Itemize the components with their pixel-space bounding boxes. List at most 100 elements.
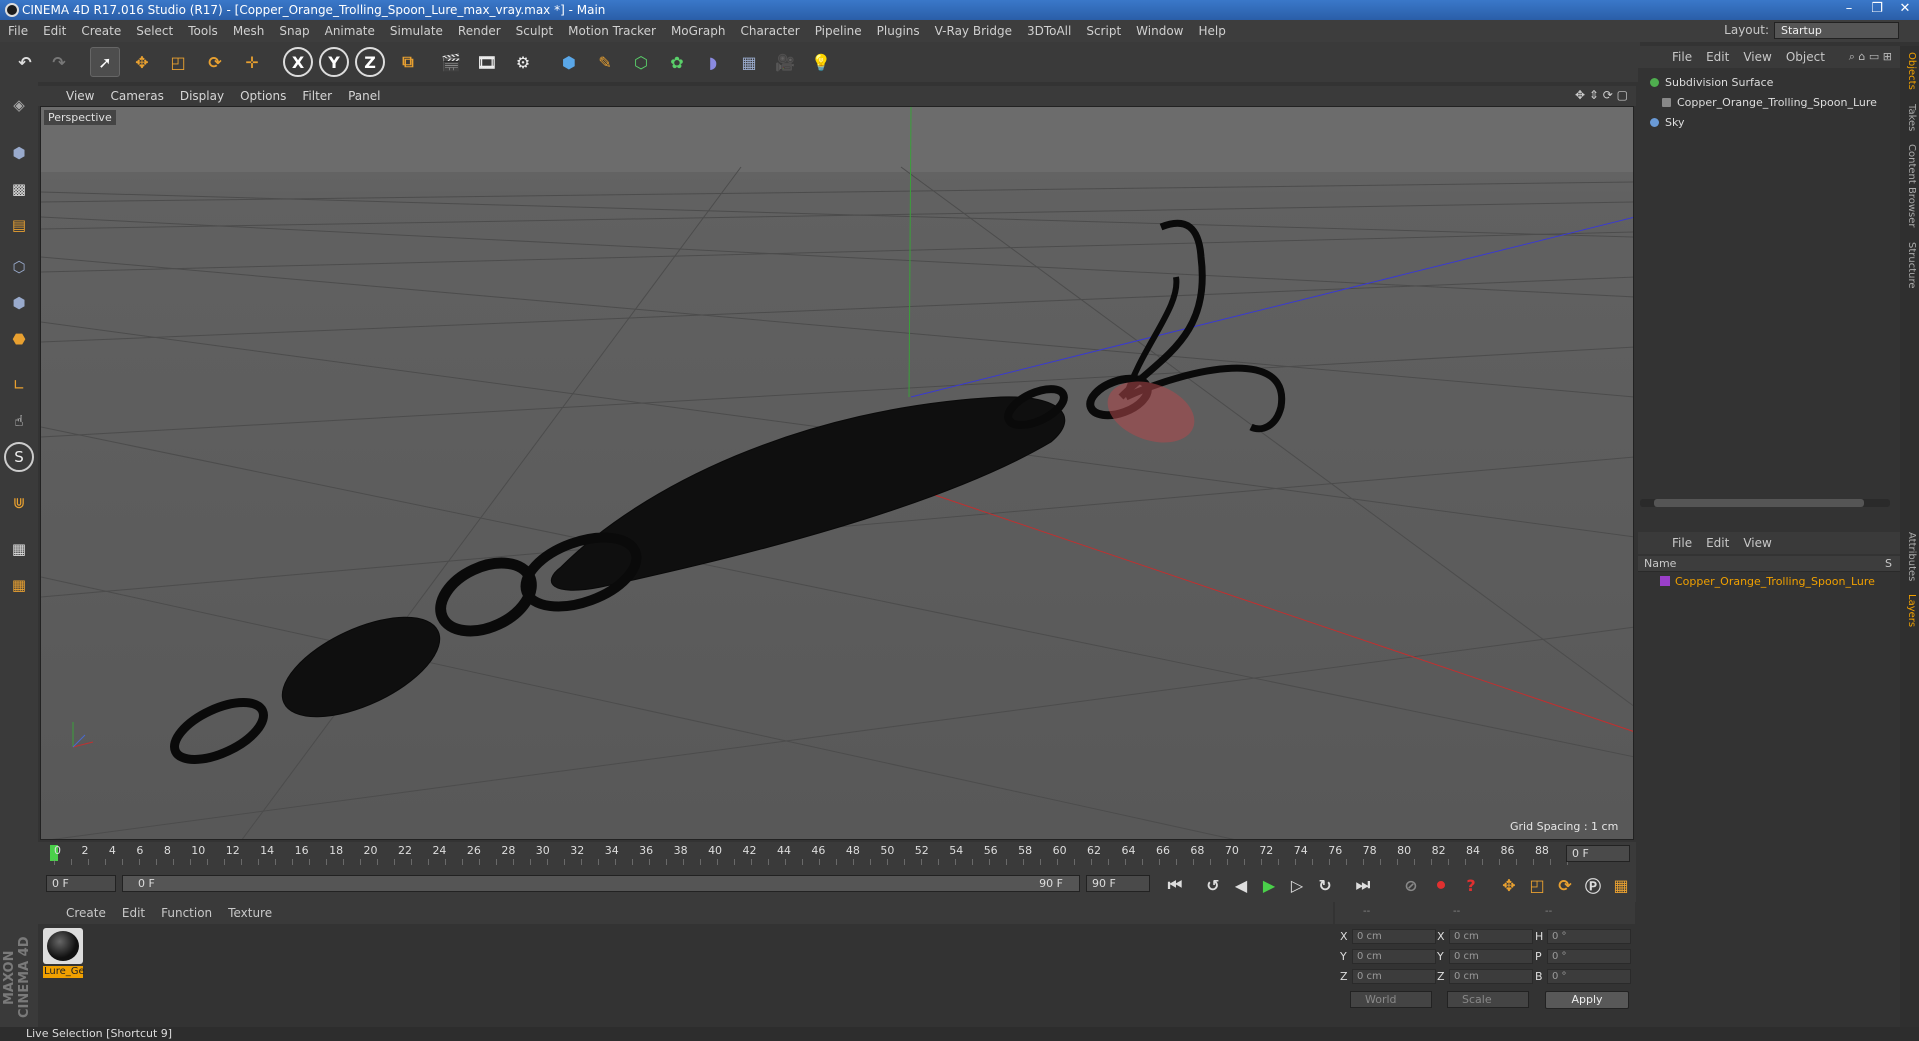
make-editable-icon[interactable]: ◈ (4, 90, 34, 120)
go-to-previous-key-icon[interactable]: ↺ (1198, 870, 1228, 900)
menu-simulate[interactable]: Simulate (390, 24, 443, 38)
viewport-menu-cameras[interactable]: Cameras (110, 89, 163, 103)
x-axis-lock-button[interactable]: X (283, 47, 313, 77)
magnet-icon[interactable]: ⋓ (4, 488, 34, 518)
apply-button[interactable]: Apply (1545, 991, 1629, 1009)
object-row-lure[interactable]: Copper_Orange_Trolling_Spoon_Lure (1662, 93, 1877, 111)
menu-animate[interactable]: Animate (325, 24, 375, 38)
cloner-icon[interactable]: ✿ (662, 47, 692, 77)
menu-select[interactable]: Select (136, 24, 173, 38)
workplane-mode-icon[interactable]: ▤ (4, 210, 34, 240)
layout-select[interactable]: Startup (1774, 22, 1899, 39)
tab-structure[interactable]: Structure (1902, 242, 1917, 289)
deformer-icon[interactable]: ◗ (698, 47, 728, 77)
layer-menu-edit[interactable]: Edit (1706, 536, 1729, 550)
menu-mograph[interactable]: MoGraph (671, 24, 726, 38)
preview-range-slider[interactable]: 0 F 90 F (122, 875, 1080, 892)
menu-plugins[interactable]: Plugins (877, 24, 920, 38)
z-axis-lock-button[interactable]: Z (355, 47, 385, 77)
planar-workplane-icon[interactable]: ▦ (4, 570, 34, 600)
viewport-menu-view[interactable]: View (66, 89, 94, 103)
model-mode-icon[interactable]: ⬢ (4, 138, 34, 168)
close-icon[interactable]: ✕ (1891, 0, 1919, 20)
menu-create[interactable]: Create (81, 24, 121, 38)
next-frame-icon[interactable]: ▷ (1282, 870, 1312, 900)
keyframe-selection-icon[interactable]: ? (1456, 870, 1486, 900)
tab-takes[interactable]: Takes (1902, 104, 1917, 131)
autokey-icon[interactable]: ⏺ (1426, 870, 1456, 900)
object-menu-file[interactable]: File (1672, 50, 1692, 64)
material-menu-texture[interactable]: Texture (228, 906, 272, 920)
y-axis-lock-button[interactable]: Y (319, 47, 349, 77)
viewport-menu-options[interactable]: Options (240, 89, 286, 103)
play-icon[interactable]: ▶ (1254, 870, 1284, 900)
live-selection-icon[interactable]: ➚ (90, 47, 120, 77)
size-z-field[interactable]: 0 cm (1449, 969, 1533, 984)
restore-icon[interactable]: ❐ (1863, 0, 1891, 20)
end-frame-field[interactable]: 90 F (1086, 875, 1150, 892)
floor-icon[interactable]: ▦ (734, 47, 764, 77)
pen-spline-icon[interactable]: ✎ (590, 47, 620, 77)
object-row-sky[interactable]: Sky (1650, 113, 1684, 131)
texture-mode-icon[interactable]: ▩ (4, 174, 34, 204)
key-pla-icon[interactable]: ▦ (1606, 870, 1636, 900)
timeline-ruler[interactable]: 0 2 4 6 8 10 12 14 16 18 20 22 24 26 28 30 32 34 36 38 40 42 4… (38, 842, 1636, 866)
menu-mesh[interactable]: Mesh (233, 24, 265, 38)
record-active-icon[interactable]: ⊘ (1396, 870, 1426, 900)
viewport-menu-filter[interactable]: Filter (302, 89, 332, 103)
light-icon[interactable]: 💡 (806, 47, 836, 77)
undo-icon[interactable]: ↶ (10, 47, 40, 77)
position-y-field[interactable]: 0 cm (1352, 949, 1436, 964)
material-menu-create[interactable]: Create (66, 906, 106, 920)
object-manager-tools-icon[interactable]: ⌕ ⌂ ▭ ⊞ (1849, 50, 1892, 64)
rotate-icon[interactable]: ⟳ (200, 47, 230, 77)
minimize-icon[interactable]: – (1835, 0, 1863, 20)
tweak-mode-icon[interactable]: ☝ (4, 406, 34, 436)
lock-workplane-icon[interactable]: ▦ (4, 534, 34, 564)
position-x-field[interactable]: 0 cm (1352, 929, 1436, 944)
polygons-mode-icon[interactable]: ⬣ (4, 324, 34, 354)
menu-motion-tracker[interactable]: Motion Tracker (568, 24, 656, 38)
go-to-next-key-icon[interactable]: ↻ (1310, 870, 1340, 900)
object-row-subdivision-surface[interactable]: Subdivision Surface (1650, 73, 1773, 91)
previous-frame-icon[interactable]: ◀ (1226, 870, 1256, 900)
layer-row-lure[interactable]: Copper_Orange_Trolling_Spoon_Lure (1660, 572, 1875, 590)
go-to-start-icon[interactable]: ⏮ (1160, 870, 1190, 900)
material-menu-edit[interactable]: Edit (122, 906, 145, 920)
transform-icon[interactable]: ✛ (237, 47, 267, 77)
object-menu-view[interactable]: View (1743, 50, 1771, 64)
tab-attributes[interactable]: Attributes (1902, 532, 1917, 581)
axis-mode-icon[interactable]: ∟ (4, 370, 34, 400)
render-view-icon[interactable]: 🎬 (436, 47, 466, 77)
tab-content-browser[interactable]: Content Browser (1902, 144, 1917, 227)
menu-snap[interactable]: Snap (279, 24, 309, 38)
material-name-label[interactable]: Lure_Ge (43, 966, 85, 978)
key-rotation-icon[interactable]: ⟳ (1550, 870, 1580, 900)
menu-vray-bridge[interactable]: V-Ray Bridge (935, 24, 1012, 38)
menu-pipeline[interactable]: Pipeline (815, 24, 862, 38)
menu-script[interactable]: Script (1086, 24, 1121, 38)
menu-tools[interactable]: Tools (188, 24, 218, 38)
subdivision-icon[interactable]: ⬡ (626, 47, 656, 77)
menu-edit[interactable]: Edit (43, 24, 66, 38)
redo-icon[interactable]: ↷ (44, 47, 74, 77)
tab-layers[interactable]: Layers (1902, 594, 1917, 627)
object-menu-edit[interactable]: Edit (1706, 50, 1729, 64)
rotation-h-field[interactable]: 0 ° (1547, 929, 1631, 944)
object-menu-object[interactable]: Object (1786, 50, 1825, 64)
size-y-field[interactable]: 0 cm (1449, 949, 1533, 964)
menu-3dtoall[interactable]: 3DToAll (1027, 24, 1071, 38)
start-frame-field[interactable]: 0 F (46, 875, 116, 892)
coordinate-system-icon[interactable]: ⧉ (393, 47, 423, 77)
coordinate-space-dropdown[interactable]: World (1350, 991, 1432, 1008)
rotation-b-field[interactable]: 0 ° (1547, 969, 1631, 984)
render-settings-icon[interactable]: ⚙ (508, 47, 538, 77)
tab-objects[interactable]: Objects (1902, 52, 1917, 90)
menu-file[interactable]: File (8, 24, 28, 38)
menu-window[interactable]: Window (1136, 24, 1183, 38)
coordinate-mode-dropdown[interactable]: Scale (1447, 991, 1529, 1008)
scale-icon[interactable]: ◰ (163, 47, 193, 77)
viewport-menu-display[interactable]: Display (180, 89, 224, 103)
object-manager-scrollbar[interactable] (1640, 499, 1890, 507)
menu-sculpt[interactable]: Sculpt (516, 24, 553, 38)
